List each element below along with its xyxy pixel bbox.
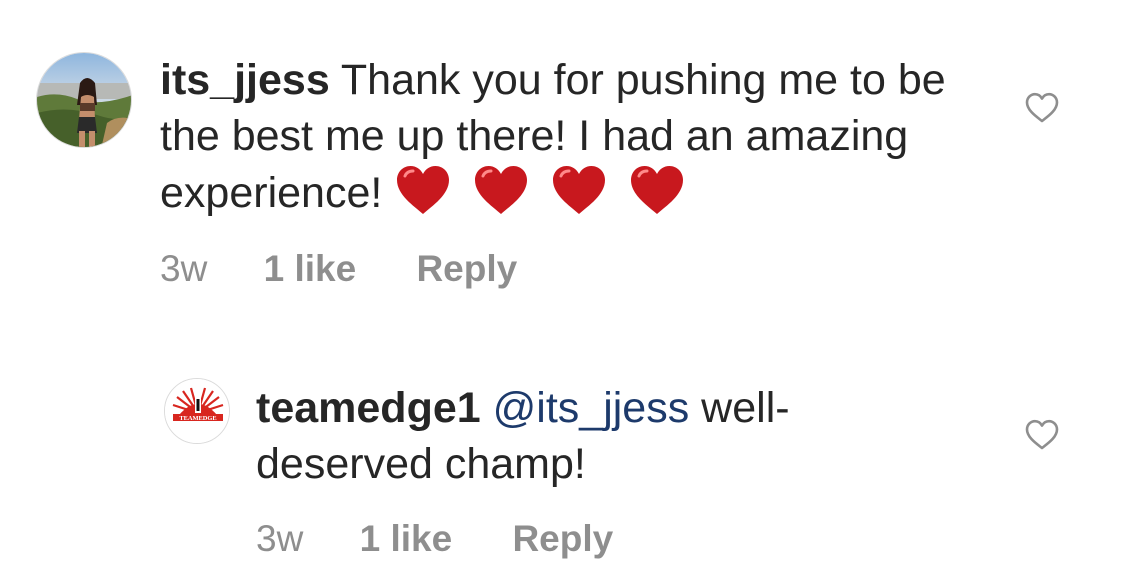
avatar[interactable]: TEAMEDGE xyxy=(164,378,230,444)
red-heart-emoji-icon xyxy=(553,166,606,214)
comment-timestamp: 3w xyxy=(160,248,208,289)
comment-body: its_jjess Thank you for pushing me to be… xyxy=(160,52,960,221)
comment-meta: 3w 1 like Reply xyxy=(160,248,517,290)
reply-button[interactable]: Reply xyxy=(512,518,613,560)
likes-count[interactable]: 1 like xyxy=(360,518,453,560)
reply-button[interactable]: Reply xyxy=(416,248,517,290)
comment-username[interactable]: teamedge1 xyxy=(256,384,481,432)
red-heart-emoji-icon xyxy=(631,166,684,214)
avatar[interactable] xyxy=(36,52,132,148)
comment-username[interactable]: its_jjess xyxy=(160,56,330,104)
teamedge-logo: TEAMEDGE xyxy=(165,379,229,443)
like-heart-icon[interactable] xyxy=(1025,419,1059,451)
avatar-photo xyxy=(37,53,131,147)
red-heart-emoji-icon xyxy=(397,166,450,214)
comment-body: teamedge1 @its_jjess well-deserved champ… xyxy=(256,380,916,492)
logo-wordmark: TEAMEDGE xyxy=(179,415,216,422)
like-heart-icon[interactable] xyxy=(1025,92,1059,124)
mention-link[interactable]: @its_jjess xyxy=(493,384,690,432)
emoji-group xyxy=(394,166,686,217)
comment: its_jjess Thank you for pushing me to be… xyxy=(0,0,1125,330)
comment-timestamp: 3w xyxy=(256,518,304,559)
likes-count[interactable]: 1 like xyxy=(264,248,357,290)
comment-meta: 3w 1 like Reply xyxy=(256,518,613,560)
comment-reply: TEAMEDGE teamedge1 @its_jjess well-deser… xyxy=(0,340,1125,572)
red-heart-emoji-icon xyxy=(475,166,528,214)
